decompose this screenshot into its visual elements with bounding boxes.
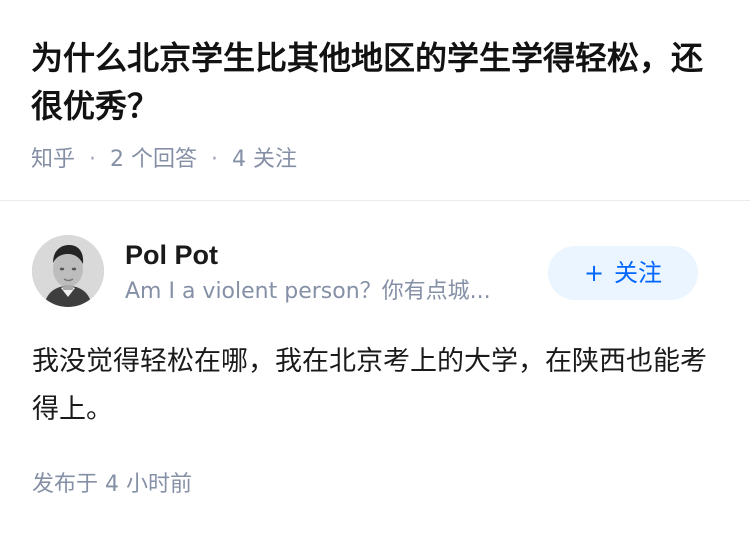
author-row: Pol Pot Am I a violent person？你有点城... + 关…: [32, 235, 718, 311]
author-info: Pol Pot Am I a violent person？你有点城...: [125, 237, 525, 307]
avatar[interactable]: [32, 235, 104, 307]
plus-icon: +: [583, 259, 605, 287]
author-bio: Am I a violent person？你有点城...: [125, 279, 491, 304]
follower-count[interactable]: 4 关注: [232, 145, 297, 175]
question-meta: 知乎 · 2 个回答 · 4 关注: [31, 145, 721, 175]
meta-separator: ·: [89, 147, 97, 172]
avatar-portrait-icon: [32, 235, 104, 307]
answer-content[interactable]: 我没觉得轻松在哪，我在北京考上的大学，在陕西也能考得上。: [32, 338, 718, 434]
author-name[interactable]: Pol Pot: [125, 237, 525, 273]
question-page: 为什么北京学生比其他地区的学生学得轻松，还很优秀？ 知乎 · 2 个回答 · 4…: [0, 0, 750, 538]
answer-count[interactable]: 2 个回答: [110, 145, 197, 175]
follow-label: 关注: [614, 259, 663, 287]
published-time: 发布于 4 小时前: [32, 472, 192, 497]
meta-separator: ·: [211, 147, 219, 172]
question-header: 为什么北京学生比其他地区的学生学得轻松，还很优秀？ 知乎 · 2 个回答 · 4…: [31, 34, 721, 175]
source-label[interactable]: 知乎: [31, 145, 75, 175]
question-title[interactable]: 为什么北京学生比其他地区的学生学得轻松，还很优秀？: [31, 34, 721, 130]
follow-button[interactable]: + 关注: [548, 246, 698, 300]
section-divider: [0, 200, 750, 201]
